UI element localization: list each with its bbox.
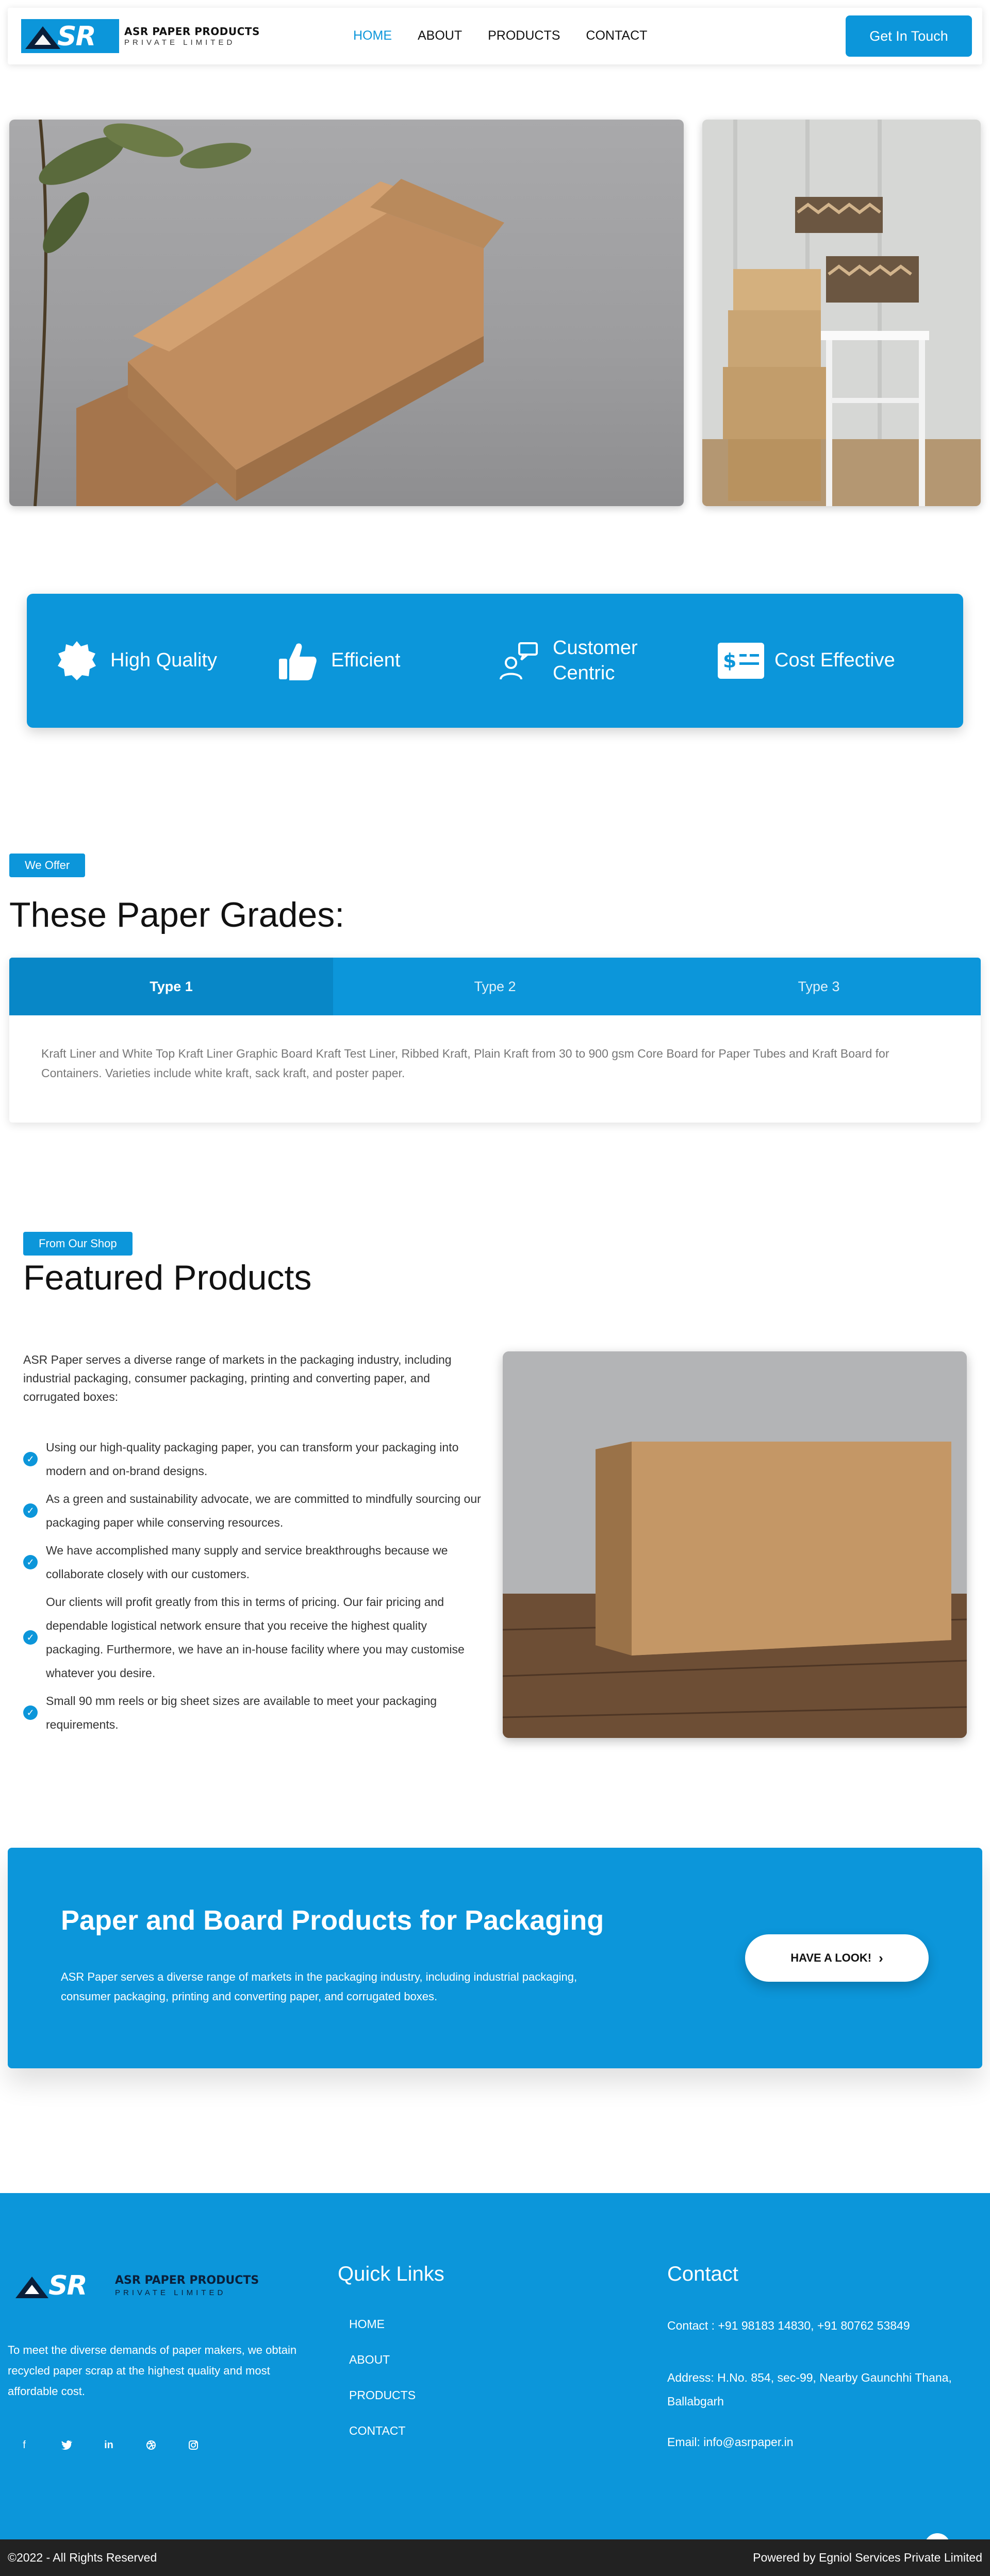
footer-logo[interactable]: SR ASR PAPER PRODUCTS PRIVATE LIMITED	[15, 2270, 259, 2301]
linkedin-icon[interactable]: in	[97, 2434, 120, 2456]
featured-product-image	[503, 1351, 967, 1738]
social-links: f in	[13, 2434, 205, 2456]
quick-links: HOME ABOUT PRODUCTS CONTACT	[349, 2306, 416, 2449]
site-header: SR ASR PAPER PRODUCTS PRIVATE LIMITED HO…	[8, 8, 982, 64]
twitter-icon[interactable]	[55, 2434, 78, 2456]
tab-type-1[interactable]: Type 1	[9, 958, 333, 1015]
quick-links-title: Quick Links	[338, 2263, 444, 2285]
brand-subtitle: PRIVATE LIMITED	[124, 38, 236, 47]
bottom-bar: ©2022 - All Rights Reserved Powered by E…	[0, 2539, 990, 2576]
powered-by-text: Powered by Egniol Services Private Limit…	[753, 2551, 982, 2564]
user-chat-icon	[496, 638, 542, 684]
check-circle-icon: ✓	[23, 1555, 38, 1569]
hero-image-stacked-boxes	[702, 120, 981, 506]
feature-high-quality: High Quality	[54, 630, 217, 692]
contact-phone[interactable]: Contact : +91 98183 14830, +91 80762 538…	[667, 2314, 977, 2337]
instagram-icon[interactable]	[182, 2434, 205, 2456]
from-our-shop-badge: From Our Shop	[23, 1232, 133, 1256]
check-circle-icon: ✓	[23, 1503, 38, 1518]
get-in-touch-button[interactable]: Get In Touch	[846, 15, 972, 57]
contact-title: Contact	[667, 2263, 738, 2285]
nav-about[interactable]: ABOUT	[418, 28, 462, 43]
tab-type-3[interactable]: Type 3	[657, 958, 981, 1015]
list-item: ✓ Small 90 mm reels or big sheet sizes ar…	[23, 1689, 487, 1736]
dribbble-icon[interactable]	[140, 2434, 162, 2456]
dollar-bill-icon: $	[718, 638, 764, 684]
chevron-right-icon: ›	[879, 1950, 883, 1966]
featured-title: Featured Products	[23, 1258, 312, 1297]
list-item: ✓ Our clients will profit greatly from th…	[23, 1590, 487, 1685]
brand-logo[interactable]: SR ASR PAPER PRODUCTS PRIVATE LIMITED	[21, 19, 260, 53]
brand-name: ASR PAPER PRODUCTS	[124, 25, 260, 38]
list-item: ✓ We have accomplished many supply and se…	[23, 1538, 487, 1586]
footer-logo-mark: SR	[15, 2270, 111, 2301]
footer-brand-subtitle: PRIVATE LIMITED	[115, 2288, 226, 2297]
facebook-icon[interactable]: f	[13, 2434, 36, 2456]
feature-efficient: Efficient	[274, 630, 400, 692]
footer-brand-name: ASR PAPER PRODUCTS	[115, 2274, 259, 2287]
badge-check-icon	[54, 638, 100, 684]
grades-tabs-panel: Type 1 Type 2 Type 3 Kraft Liner and Whi…	[9, 958, 981, 1123]
featured-intro: ASR Paper serves a diverse range of mark…	[23, 1353, 452, 1403]
contact-email[interactable]: Email: info@asrpaper.in	[667, 2430, 977, 2454]
footer-link-products[interactable]: PRODUCTS	[349, 2378, 416, 2413]
footer-about: To meet the diverse demands of paper mak…	[8, 2344, 297, 2398]
svg-text:$: $	[723, 649, 736, 672]
have-a-look-button[interactable]: HAVE A LOOK! ›	[745, 1934, 929, 1982]
grades-title: These Paper Grades:	[9, 895, 345, 934]
nav-products[interactable]: PRODUCTS	[488, 28, 560, 43]
hero-image-boxes	[9, 120, 684, 506]
nav-contact[interactable]: CONTACT	[586, 28, 647, 43]
check-circle-icon: ✓	[23, 1630, 38, 1645]
list-item: ✓ Using our high-quality packaging paper,…	[23, 1435, 487, 1483]
footer-link-home[interactable]: HOME	[349, 2306, 416, 2342]
thumbs-up-icon	[274, 638, 321, 684]
copyright-text: ©2022 - All Rights Reserved	[8, 2551, 157, 2564]
we-offer-badge: We Offer	[9, 854, 86, 877]
tab-type-2[interactable]: Type 2	[333, 958, 657, 1015]
cta-description: ASR Paper serves a diverse range of mark…	[61, 1970, 578, 2003]
footer-link-contact[interactable]: CONTACT	[349, 2413, 416, 2449]
nav-home[interactable]: HOME	[353, 28, 392, 43]
list-item: ✓ As a green and sustainability advocate,…	[23, 1487, 487, 1534]
check-circle-icon: ✓	[23, 1705, 38, 1720]
logo-mark: SR	[21, 19, 119, 53]
feature-customer-centric: Customer Centric	[496, 630, 666, 692]
footer-link-about[interactable]: ABOUT	[349, 2342, 416, 2378]
check-circle-icon: ✓	[23, 1452, 38, 1466]
site-footer: SR ASR PAPER PRODUCTS PRIVATE LIMITED To…	[0, 2193, 990, 2539]
contact-address: Address: H.No. 854, sec-99, Nearby Gaunc…	[667, 2371, 952, 2408]
feature-cost-effective: $ Cost Effective	[718, 630, 895, 692]
cta-title: Paper and Board Products for Packaging	[61, 1905, 604, 1936]
tab-content-text: Kraft Liner and White Top Kraft Liner Gr…	[41, 1047, 889, 1080]
grades-tabs: Type 1 Type 2 Type 3	[9, 958, 981, 1015]
features-band: High Quality Efficient Customer Centric …	[27, 594, 963, 728]
cta-band: Paper and Board Products for Packaging A…	[8, 1848, 982, 2068]
featured-points-list: ✓ Using our high-quality packaging paper,…	[23, 1435, 487, 1741]
main-nav: HOME ABOUT PRODUCTS CONTACT	[353, 28, 647, 43]
